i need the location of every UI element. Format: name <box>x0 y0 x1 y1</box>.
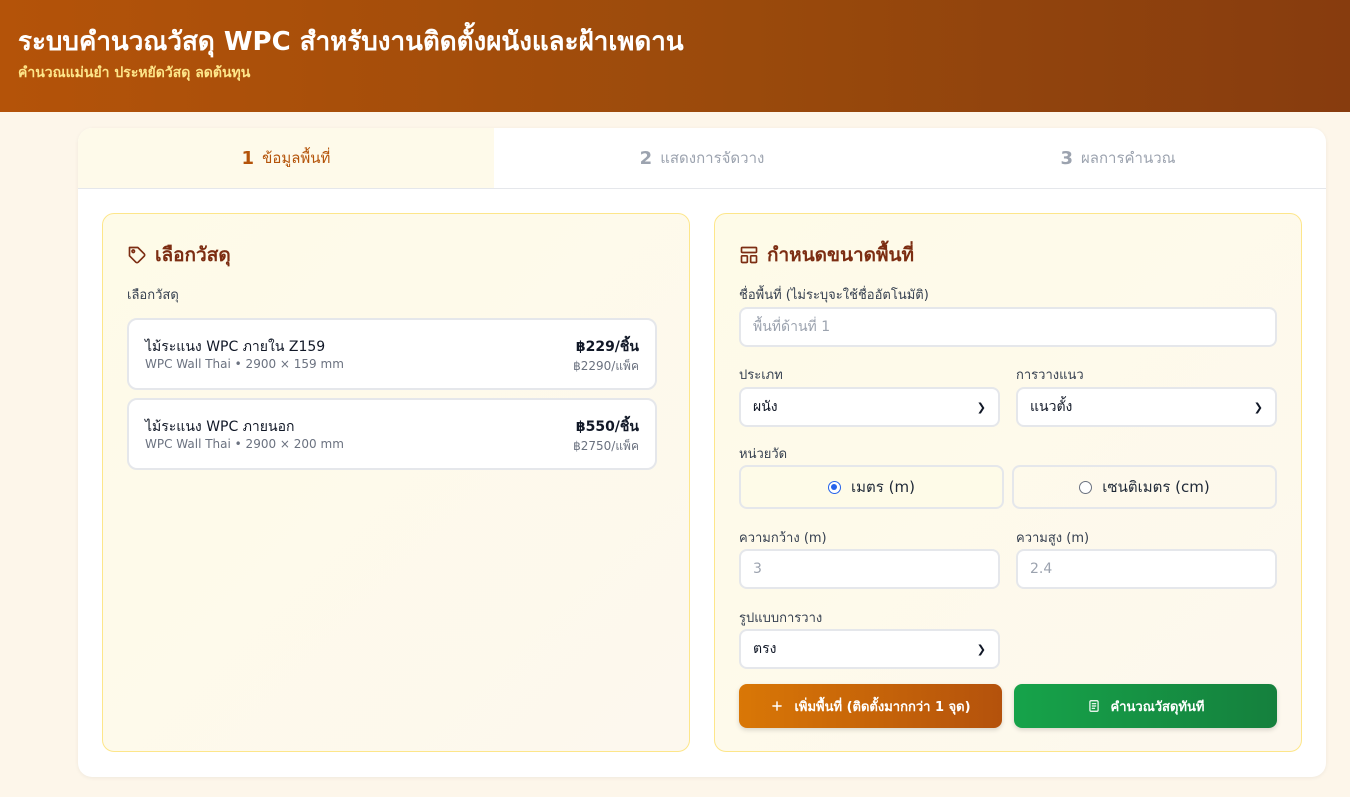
radio-button[interactable] <box>828 480 842 494</box>
material-select-label: เลือกวัสดุ <box>127 288 179 303</box>
material-pack-price: ฿2290/แพ็ค <box>573 359 639 373</box>
page-title: ระบบคำนวณวัสดุ WPC สำหรับงานติดตั้งผนังแ… <box>18 27 684 57</box>
tab-label: แสดงการจัดวาง <box>660 149 765 167</box>
material-panel-heading: เลือกวัสดุ <box>155 244 231 266</box>
tab-layout-preview[interactable]: 2 แสดงการจัดวาง <box>494 128 910 188</box>
step-tabs: 1 ข้อมูลพื้นที่ 2 แสดงการจัดวาง 3 ผลการค… <box>78 128 1326 189</box>
tab-number: 3 <box>1060 147 1073 169</box>
tab-area-info[interactable]: 1 ข้อมูลพื้นที่ <box>78 128 494 188</box>
pattern-label: รูปแบบการวาง <box>739 611 823 626</box>
material-spec: WPC Wall Thai • 2900 × 200 mm <box>145 437 344 451</box>
area-name-label: ชื่อพื้นที่ (ไม่ระบุจะใช้ชื่ออัตโนมัติ) <box>739 288 929 303</box>
type-label: ประเภท <box>739 368 783 383</box>
height-label: ความสูง (m) <box>1016 531 1090 546</box>
area-panel-title: กำหนดขนาดพื้นที่ <box>739 240 914 270</box>
pattern-select-value: ตรง <box>753 641 777 657</box>
material-panel-title: เลือกวัสดุ <box>127 240 231 270</box>
tab-label: ผลการคำนวณ <box>1080 149 1176 167</box>
unit-radio-meter[interactable]: เมตร (m) <box>739 465 1004 509</box>
material-name: ไม้ระแนง WPC ภายนอก <box>145 419 295 435</box>
orientation-select[interactable]: แนวตั้ง ❯ <box>1016 387 1277 427</box>
material-panel: เลือกวัสดุ เลือกวัสดุ ไม้ระแนง WPC ภายใน… <box>102 213 690 752</box>
unit-option-label: เมตร (m) <box>851 478 915 496</box>
chevron-down-icon: ❯ <box>976 400 986 414</box>
width-input[interactable] <box>739 549 1000 589</box>
area-panel-heading: กำหนดขนาดพื้นที่ <box>767 244 915 266</box>
main-card: 1 ข้อมูลพื้นที่ 2 แสดงการจัดวาง 3 ผลการค… <box>78 128 1326 777</box>
material-price: ฿229/ชิ้น <box>575 339 639 355</box>
material-spec: WPC Wall Thai • 2900 × 159 mm <box>145 357 344 371</box>
type-select-value: ผนัง <box>753 399 778 415</box>
height-input[interactable] <box>1016 549 1277 589</box>
orientation-label: การวางแนว <box>1016 368 1084 383</box>
pattern-select[interactable]: ตรง ❯ <box>739 629 1000 669</box>
tab-calculation-result[interactable]: 3 ผลการคำนวณ <box>910 128 1326 188</box>
unit-radio-centimeter[interactable]: เซนติเมตร (cm) <box>1012 465 1277 509</box>
material-name: ไม้ระแนง WPC ภายใน Z159 <box>145 339 326 355</box>
material-pack-price: ฿2750/แพ็ค <box>573 439 639 453</box>
chevron-down-icon: ❯ <box>976 642 986 656</box>
add-area-button-label: เพิ่มพื้นที่ (ติดตั้งมากกว่า 1 จุด) <box>794 699 971 715</box>
radio-button[interactable] <box>1079 480 1093 494</box>
page-subtitle: คำนวณแม่นยำ ประหยัดวัสดุ ลดต้นทุน <box>18 65 251 81</box>
tab-label: ข้อมูลพื้นที่ <box>262 149 331 167</box>
area-name-input[interactable] <box>739 307 1277 347</box>
unit-label: หน่วยวัด <box>739 447 788 462</box>
material-price: ฿550/ชิ้น <box>575 419 639 435</box>
unit-option-label: เซนติเมตร (cm) <box>1102 478 1210 496</box>
plus-icon <box>772 701 783 711</box>
material-option[interactable]: ไม้ระแนง WPC ภายนอก WPC Wall Thai • 2900… <box>127 398 657 470</box>
tab-number: 1 <box>241 147 255 169</box>
type-select[interactable]: ผนัง ❯ <box>739 387 1000 427</box>
calculate-button-label: คำนวณวัสดุทันที <box>1110 699 1205 715</box>
app-header: ระบบคำนวณวัสดุ WPC สำหรับงานติดตั้งผนังแ… <box>0 0 1350 112</box>
width-label: ความกว้าง (m) <box>739 531 827 546</box>
tag-icon <box>128 246 146 264</box>
orientation-select-value: แนวตั้ง <box>1030 399 1073 415</box>
add-area-button[interactable]: เพิ่มพื้นที่ (ติดตั้งมากกว่า 1 จุด) <box>739 684 1002 728</box>
material-option[interactable]: ไม้ระแนง WPC ภายใน Z159 WPC Wall Thai • … <box>127 318 657 390</box>
chevron-down-icon: ❯ <box>1253 400 1263 414</box>
layout-icon <box>740 246 758 264</box>
calculate-button[interactable]: คำนวณวัสดุทันที <box>1014 684 1277 728</box>
tab-number: 2 <box>639 147 653 169</box>
document-icon <box>1088 700 1099 712</box>
area-panel: กำหนดขนาดพื้นที่ ชื่อพื้นที่ (ไม่ระบุจะใ… <box>714 213 1302 752</box>
